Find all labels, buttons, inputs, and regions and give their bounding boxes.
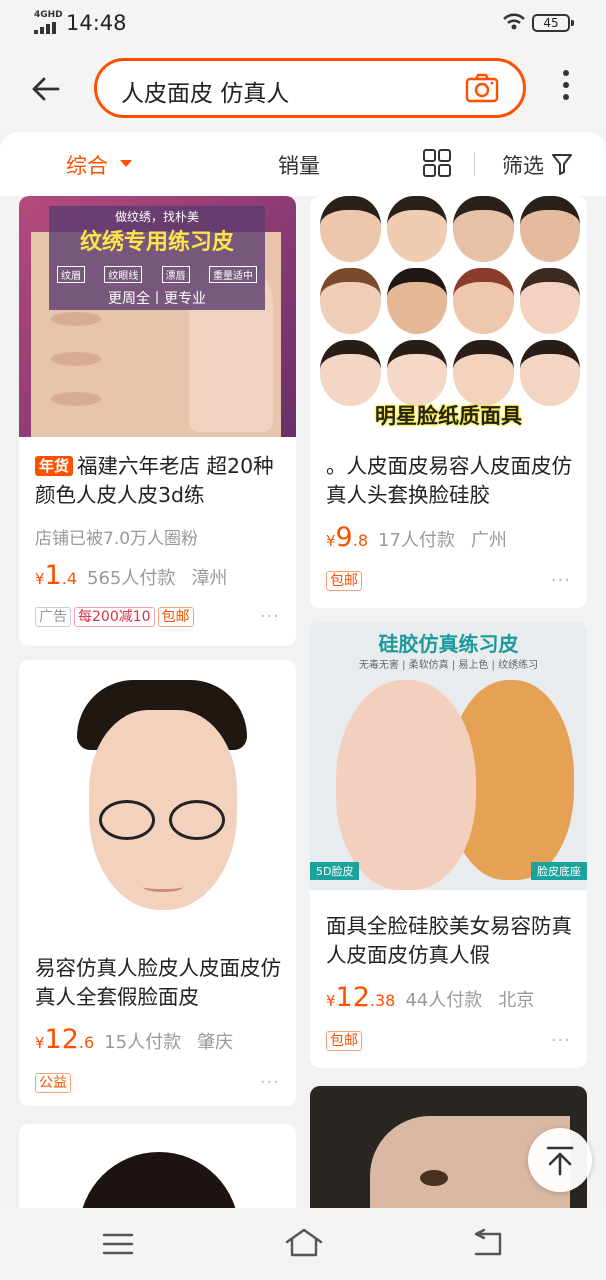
price-row: ¥12.38 44人付款 北京	[326, 982, 534, 1013]
sales-count: 565人付款	[87, 568, 176, 589]
product-image	[19, 660, 296, 944]
banner-tag: 纹眼线	[104, 266, 143, 283]
tag-free-shipping: 包邮	[157, 607, 194, 627]
product-image	[19, 1124, 296, 1208]
divider	[474, 152, 475, 176]
image-label-right: 脸皮底座	[531, 862, 587, 880]
sort-sales[interactable]: 销量	[278, 150, 320, 180]
badge-new-year: 年货	[35, 456, 74, 476]
home-icon[interactable]	[284, 1226, 324, 1258]
price-currency: ¥	[326, 992, 336, 1010]
banner-top-text: 做纹绣，找朴美	[114, 210, 199, 224]
price-decimal: .4	[61, 569, 77, 588]
tag-free-shipping: 包邮	[326, 1031, 362, 1051]
shop-followers: 店铺已被7.0万人圈粉	[35, 529, 199, 549]
product-title: 。人皮面皮易容人皮面皮仿真人头套换脸硅胶	[326, 454, 572, 507]
sales-count: 44人付款	[405, 990, 483, 1011]
banner-tag: 纹眉	[57, 266, 85, 283]
sales-count: 15人付款	[104, 1032, 182, 1053]
price-currency: ¥	[35, 570, 45, 588]
more-dots-icon[interactable]: ···	[551, 570, 571, 591]
tag-list: 包邮	[326, 570, 365, 591]
celebrity-faces-image	[320, 196, 580, 406]
location: 广州	[470, 530, 507, 551]
banner-bottom-text: 更周全丨更专业	[108, 291, 206, 307]
price-currency: ¥	[326, 532, 336, 550]
image-subline: 无毒无害 | 柔软仿真 | 易上色 | 纹绣练习	[358, 660, 539, 671]
back-icon[interactable]	[470, 1228, 504, 1258]
image-headline: 硅胶仿真练习皮	[378, 632, 519, 656]
tag-list: 广告 每200减10 包邮	[35, 606, 197, 627]
tag-charity: 公益	[35, 1073, 71, 1093]
price-integer: 9	[335, 522, 353, 553]
arrow-up-icon	[546, 1146, 574, 1176]
location: 漳州	[191, 568, 228, 589]
status-bar: 4GHD 14:48 45	[0, 0, 606, 48]
sort-comprehensive[interactable]: 综合	[66, 150, 108, 180]
product-card[interactable]: 明星脸纸质面具 。人皮面皮易容人皮面皮仿真人头套换脸硅胶 ¥9.8 17人付款 广州…	[310, 196, 587, 608]
banner: 做纹绣，找朴美 纹绣专用练习皮 纹眉 纹眼线 漂唇 重量适中 更周全丨更专业	[49, 206, 265, 310]
search-header: 人皮面皮 仿真人	[0, 48, 606, 130]
more-dots-icon[interactable]: ···	[551, 1030, 571, 1051]
back-arrow-icon[interactable]	[30, 72, 64, 106]
signal-icon	[34, 22, 60, 34]
wifi-icon	[503, 13, 525, 30]
product-card[interactable]: 易容仿真人脸皮人皮面皮仿真人全套假脸面皮 ¥12.6 15人付款 肇庆 公益 ···	[19, 660, 296, 1106]
banner-tag: 漂唇	[161, 266, 190, 283]
tag-discount: 每200减10	[74, 607, 155, 627]
price-decimal: .6	[78, 1033, 95, 1052]
product-card[interactable]: 硅胶仿真练习皮 无毒无害 | 柔软仿真 | 易上色 | 纹绣练习 5D脸皮 脸皮…	[310, 622, 587, 1068]
caret-down-icon[interactable]	[120, 160, 132, 167]
clock: 14:48	[66, 11, 127, 35]
tag-list: 包邮	[326, 1030, 365, 1051]
image-label-left: 5D脸皮	[310, 862, 360, 880]
location: 肇庆	[197, 1032, 234, 1053]
product-image: 明星脸纸质面具	[310, 196, 587, 438]
banner-tag: 重量适中	[208, 266, 257, 283]
back-to-top-button[interactable]	[528, 1128, 592, 1192]
price-row: ¥9.8 17人付款 广州	[326, 522, 507, 553]
banner-tags: 纹眉 纹眼线 漂唇 重量适中	[57, 266, 257, 283]
product-card[interactable]	[19, 1124, 296, 1208]
product-grid: 做纹绣，找朴美 纹绣专用练习皮 纹眉 纹眼线 漂唇 重量适中 更周全丨更专业 年…	[0, 196, 606, 1208]
banner-title: 纹绣专用练习皮	[79, 230, 234, 255]
sort-bar: 综合 销量 筛选	[0, 132, 606, 196]
menu-icon[interactable]	[102, 1232, 134, 1256]
price-integer: 12	[335, 982, 370, 1013]
filter-button[interactable]: 筛选	[502, 150, 544, 180]
search-input[interactable]: 人皮面皮 仿真人	[94, 58, 526, 118]
price-integer: 12	[44, 1024, 79, 1055]
price-decimal: .38	[369, 991, 396, 1010]
location: 北京	[498, 990, 535, 1011]
more-dots-icon[interactable]: ···	[260, 1072, 280, 1093]
more-options-icon[interactable]	[560, 70, 572, 106]
product-title: 面具全脸硅胶美女易容防真人皮面皮仿真人假	[326, 914, 572, 967]
product-image: 硅胶仿真练习皮 无毒无害 | 柔软仿真 | 易上色 | 纹绣练习 5D脸皮 脸皮…	[310, 622, 587, 890]
sales-count: 17人付款	[378, 530, 455, 551]
grid-view-icon[interactable]	[422, 148, 452, 178]
price-currency: ¥	[35, 1034, 45, 1052]
image-caption: 明星脸纸质面具	[375, 404, 522, 428]
tag-list: 公益	[35, 1072, 74, 1093]
system-nav-bar	[0, 1208, 606, 1280]
battery-icon: 45	[532, 14, 574, 32]
camera-icon[interactable]	[465, 73, 499, 103]
product-title: 年货 福建六年老店 超20种颜色人皮人皮3d练	[35, 454, 274, 507]
price-decimal: .8	[352, 531, 368, 550]
product-image: 做纹绣，找朴美 纹绣专用练习皮 纹眉 纹眼线 漂唇 重量适中 更周全丨更专业	[19, 196, 296, 437]
price-row: ¥12.6 15人付款 肇庆	[35, 1024, 233, 1055]
price-row: ¥1.4 565人付款 漳州	[35, 560, 227, 591]
product-title: 易容仿真人脸皮人皮面皮仿真人全套假脸面皮	[35, 956, 281, 1009]
product-card[interactable]: 做纹绣，找朴美 纹绣专用练习皮 纹眉 纹眼线 漂唇 重量适中 更周全丨更专业 年…	[19, 196, 296, 646]
more-dots-icon[interactable]: ···	[260, 606, 280, 627]
tag-free-shipping: 包邮	[326, 571, 362, 591]
search-query: 人皮面皮 仿真人	[121, 81, 290, 107]
tag-ad: 广告	[35, 607, 71, 627]
price-integer: 1	[44, 560, 62, 591]
network-indicator: 4GHD	[34, 10, 63, 20]
filter-icon[interactable]	[552, 153, 572, 175]
